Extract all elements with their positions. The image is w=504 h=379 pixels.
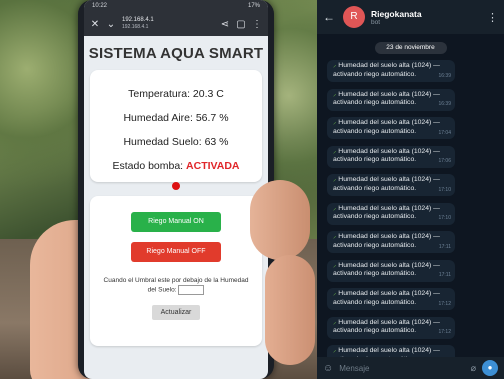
message-time: 17:11 — [438, 272, 451, 278]
control-card: Riego Manual ON Riego Manual OFF Cuando … — [90, 196, 262, 346]
message-bubble[interactable]: ⸝ Humedad del suelo alta (1024) — activa… — [327, 117, 455, 139]
message-text: Humedad del suelo alta (1024) — activand… — [333, 147, 440, 164]
message-text: Humedad del suelo alta (1024) — activand… — [333, 119, 440, 135]
url-subtext: 192.168.4.1 — [122, 24, 149, 30]
pump-status-value: ACTIVADA — [186, 160, 240, 172]
pump-indicator-icon — [90, 180, 262, 193]
message-bubble[interactable]: ⸝ Humedad del suelo alta (1024) — activa… — [327, 202, 455, 225]
message-text: Humedad del suelo alta (1024) — activand… — [333, 233, 440, 249]
message-time: 17:11 — [438, 243, 451, 250]
threshold-input[interactable] — [178, 285, 205, 295]
message-time: 17:04 — [438, 129, 451, 136]
message-bubble[interactable]: ⸝ Humedad del suelo alta (1024) — activa… — [327, 259, 455, 282]
status-time: 10:22 — [92, 3, 108, 9]
threshold-row: Cuando el Umbral este por debajo de la H… — [100, 276, 252, 295]
date-separator: 23 de noviembre — [374, 42, 447, 54]
manual-on-button[interactable]: Riego Manual ON — [131, 212, 221, 232]
url-text: 192.168.4.1 — [122, 17, 154, 23]
message-text: Humedad del suelo alta (1024) — activand… — [333, 261, 440, 278]
telegram-chat-panel: ← R Riegokanata bot ⋮ 23 de noviembre ⸝ … — [317, 0, 504, 379]
message-text: Humedad del suelo alta (1024) — activand… — [333, 90, 440, 107]
message-time: 17:10 — [438, 186, 451, 193]
message-text: Humedad del suelo alta (1024) — activand… — [333, 62, 440, 78]
message-time: 17:10 — [438, 215, 451, 221]
message-text: Humedad del suelo alta (1024) — activand… — [333, 176, 440, 192]
pump-status-label: Estado bomba: — [112, 160, 184, 172]
manual-off-button[interactable]: Riego Manual OFF — [131, 242, 221, 262]
message-bubble[interactable]: ⸝ Humedad del suelo alta (1024) — activa… — [327, 88, 455, 111]
close-icon[interactable]: ✕ — [90, 19, 100, 30]
message-composer: ☺ Mensaje ⌀ ● — [317, 357, 504, 379]
more-icon[interactable]: ⋮ — [252, 19, 262, 30]
temperature-reading: Temperatura: 20.3 C — [128, 88, 224, 100]
message-time: 16:39 — [438, 101, 451, 107]
browser-url-bar: ✕ ⌄ 192.168.4.1 192.168.4.1 ⋖ ▢ ⋮ — [84, 12, 268, 36]
chevron-down-icon[interactable]: ⌄ — [106, 19, 116, 30]
message-time: 16:39 — [438, 72, 451, 79]
sensor-card: Temperatura: 20.3 C Humedad Aire: 56.7 %… — [90, 70, 262, 190]
chat-header: ← R Riegokanata bot ⋮ — [317, 0, 504, 34]
message-bubble[interactable]: ⸝ Humedad del suelo alta (1024) — activa… — [327, 231, 455, 253]
phone-device: 10:22 17% ✕ ⌄ 192.168.4.1 192.168.4.1 ⋖ … — [78, 0, 274, 379]
message-time: 17:12 — [438, 329, 451, 335]
back-arrow-icon[interactable]: ← — [323, 10, 337, 24]
message-list: ⸝ Humedad del suelo alta (1024) — activa… — [317, 60, 504, 367]
chat-name: Riegokanata — [371, 8, 422, 19]
url-field[interactable]: 192.168.4.1 192.168.4.1 — [122, 17, 214, 31]
message-text: Humedad del suelo alta (1024) — activand… — [333, 318, 440, 335]
pump-status: Estado bomba: ACTIVADA — [90, 156, 262, 180]
message-bubble[interactable]: ⸝ Humedad del suelo alta (1024) — activa… — [327, 288, 455, 310]
message-bubble[interactable]: ⸝ Humedad del suelo alta (1024) — activa… — [327, 316, 455, 339]
chat-title-block[interactable]: Riegokanata bot — [371, 9, 481, 26]
phone-photo-panel: 10:22 17% ✕ ⌄ 192.168.4.1 192.168.4.1 ⋖ … — [0, 0, 317, 379]
message-text: Humedad del suelo alta (1024) — activand… — [333, 204, 440, 221]
foliage-left — [0, 0, 90, 230]
message-time: 17:12 — [438, 300, 451, 307]
phone-screen: 10:22 17% ✕ ⌄ 192.168.4.1 192.168.4.1 ⋖ … — [84, 0, 268, 379]
chat-subtitle: bot — [371, 18, 381, 26]
avatar[interactable]: R — [343, 6, 365, 28]
more-options-icon[interactable]: ⋮ — [487, 11, 498, 24]
soil-humidity-reading: Humedad Suelo: 63 % — [123, 136, 229, 148]
status-battery: 17% — [247, 3, 260, 9]
message-bubble[interactable]: ⸝ Humedad del suelo alta (1024) — activa… — [327, 60, 455, 82]
update-button[interactable]: Actualizar — [151, 305, 201, 320]
air-humidity-reading: Humedad Aire: 56.7 % — [123, 112, 229, 124]
emoji-icon[interactable]: ☺ — [323, 363, 333, 374]
microphone-icon[interactable]: ● — [482, 360, 498, 376]
attach-icon[interactable]: ⌀ — [471, 363, 476, 374]
page-title: SISTEMA AQUA SMART — [88, 45, 264, 62]
share-icon[interactable]: ⋖ — [220, 19, 230, 30]
message-text: Humedad del suelo alta (1024) — activand… — [333, 290, 440, 306]
tabs-icon[interactable]: ▢ — [236, 19, 246, 30]
thumb — [250, 180, 310, 260]
finger — [265, 255, 315, 365]
message-time: 17:06 — [438, 158, 451, 164]
message-bubble[interactable]: ⸝ Humedad del suelo alta (1024) — activa… — [327, 145, 455, 168]
message-input[interactable]: Mensaje — [339, 364, 464, 373]
threshold-label: Cuando el Umbral este por debajo de la H… — [103, 277, 249, 294]
phone-status-bar: 10:22 17% — [84, 0, 268, 12]
message-bubble[interactable]: ⸝ Humedad del suelo alta (1024) — activa… — [327, 174, 455, 196]
